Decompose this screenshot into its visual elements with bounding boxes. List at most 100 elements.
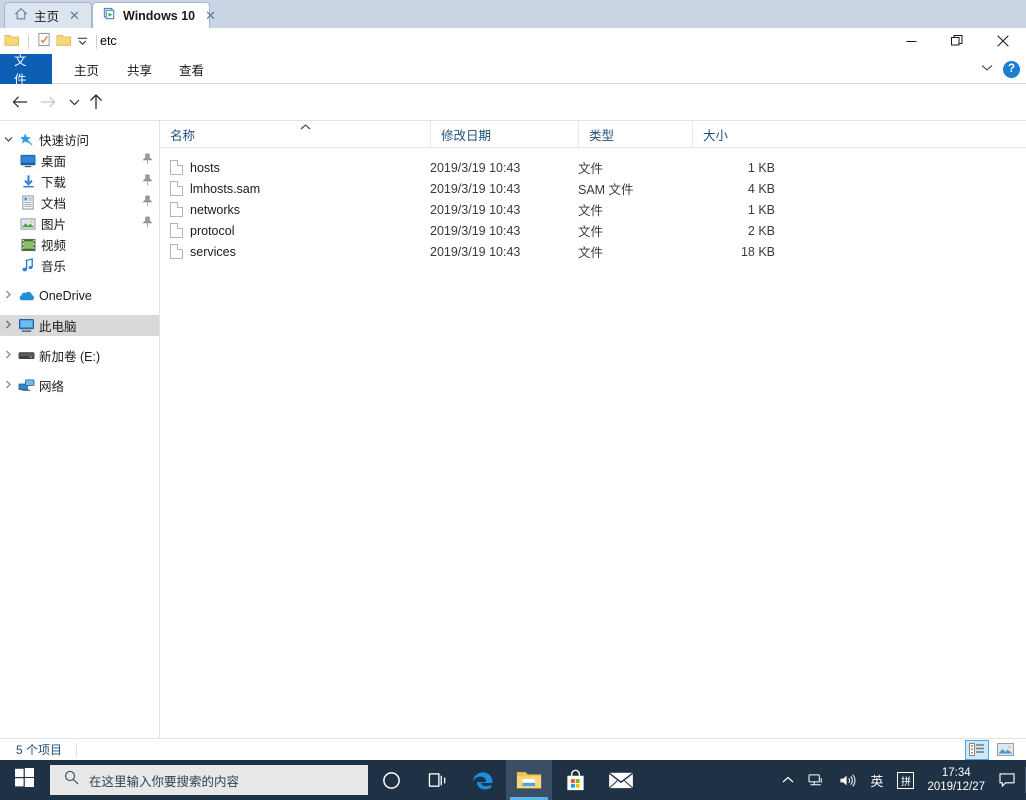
recent-locations-button[interactable] <box>62 90 86 114</box>
file-explorer-window: 主页 ✕ Windows 10 ✕ <box>0 0 1026 800</box>
pin-icon[interactable] <box>142 174 153 189</box>
cortana-icon[interactable] <box>368 760 414 800</box>
close-button[interactable] <box>980 28 1026 54</box>
column-header-name[interactable]: 名称 <box>160 121 430 148</box>
sidebar-item-downloads-label: 下载 <box>41 172 66 191</box>
edge-icon[interactable] <box>460 760 506 800</box>
clock[interactable]: 17:34 2019/12/27 <box>921 760 995 800</box>
ime-language-indicator[interactable]: 英 <box>863 760 890 800</box>
this-pc-icon <box>16 318 36 333</box>
network-icon <box>16 378 36 393</box>
ribbon-tab-share[interactable]: 共享 <box>113 54 166 84</box>
ribbon-tab-bar: 文件 主页 共享 查看 ? <box>0 54 1026 84</box>
expander-icon[interactable] <box>0 290 16 301</box>
column-header-date-modified[interactable]: 修改日期 <box>430 121 578 148</box>
file-name-cell: networks <box>170 202 240 217</box>
ribbon-tab-home[interactable]: 主页 <box>60 54 113 84</box>
minimize-button[interactable] <box>888 28 934 54</box>
table-row[interactable]: services 2019/3/19 10:43 文件 18 KB <box>160 241 1026 262</box>
sidebar-item-documents-label: 文档 <box>41 193 66 212</box>
file-size-cell: 18 KB <box>615 245 775 259</box>
tab-home[interactable]: 主页 ✕ <box>4 2 92 28</box>
column-header-type[interactable]: 类型 <box>578 121 692 148</box>
file-date-cell: 2019/3/19 10:43 <box>430 224 520 238</box>
download-icon <box>18 174 38 189</box>
sidebar-item-new-volume-e[interactable]: 新加卷 (E:) <box>0 345 159 366</box>
folder-icon[interactable] <box>4 33 20 52</box>
details-view-button[interactable] <box>966 741 988 759</box>
tab-home-close-icon[interactable]: ✕ <box>69 9 80 22</box>
file-explorer-icon[interactable] <box>506 760 552 800</box>
sidebar-item-network[interactable]: 网络 <box>0 375 159 396</box>
sidebar-item-quick-access[interactable]: 快速访问 <box>0 129 159 150</box>
star-pin-icon <box>16 132 36 147</box>
sidebar-item-this-pc[interactable]: 此电脑 <box>0 315 159 336</box>
pin-icon[interactable] <box>142 195 153 210</box>
expander-icon[interactable] <box>0 380 16 391</box>
ribbon-tab-file[interactable]: 文件 <box>0 54 52 84</box>
clock-date: 2019/12/27 <box>927 780 985 794</box>
expander-icon[interactable] <box>0 320 16 331</box>
help-icon[interactable]: ? <box>1003 61 1020 78</box>
expander-icon[interactable] <box>0 350 16 361</box>
up-button[interactable] <box>84 90 108 114</box>
sidebar-item-this-pc-label: 此电脑 <box>39 316 77 335</box>
table-row[interactable]: hosts 2019/3/19 10:43 文件 1 KB <box>160 157 1026 178</box>
file-type-cell: 文件 <box>578 221 603 240</box>
sidebar-item-videos[interactable]: 视频 <box>0 234 159 255</box>
column-header-size[interactable]: 大小 <box>692 121 775 148</box>
sidebar-item-desktop[interactable]: 桌面 <box>0 150 159 171</box>
column-header-type-label: 类型 <box>589 125 614 144</box>
file-size-cell: 2 KB <box>615 224 775 238</box>
sidebar-item-music[interactable]: 音乐 <box>0 255 159 276</box>
file-date-cell: 2019/3/19 10:43 <box>430 203 520 217</box>
qat-separator-1 <box>28 35 29 49</box>
tab-windows10-close-icon[interactable]: ✕ <box>205 9 216 22</box>
sidebar-item-onedrive[interactable]: OneDrive <box>0 285 159 306</box>
microsoft-store-icon[interactable] <box>552 760 598 800</box>
network-tray-icon[interactable] <box>801 760 832 800</box>
file-name-label: protocol <box>190 224 234 238</box>
sidebar-gap <box>0 366 159 375</box>
sidebar-item-downloads[interactable]: 下载 <box>0 171 159 192</box>
properties-icon[interactable] <box>37 32 51 52</box>
file-type-cell: 文件 <box>578 158 603 177</box>
file-size-cell: 1 KB <box>615 161 775 175</box>
desktop-icon <box>18 154 38 168</box>
tray-overflow-button[interactable] <box>775 760 801 800</box>
table-row[interactable]: protocol 2019/3/19 10:43 文件 2 KB <box>160 220 1026 241</box>
taskbar-search-box[interactable]: 在这里输入你要搜索的内容 <box>50 765 368 795</box>
file-size-cell: 4 KB <box>615 182 775 196</box>
status-bar: 5 个项目 <box>0 738 1026 760</box>
forward-button[interactable] <box>36 90 60 114</box>
sidebar-item-pictures[interactable]: 图片 <box>0 213 159 234</box>
sidebar-item-new-volume-e-label: 新加卷 (E:) <box>39 346 100 365</box>
task-view-icon[interactable] <box>414 760 460 800</box>
sidebar-item-documents[interactable]: 文档 <box>0 192 159 213</box>
expander-icon[interactable] <box>0 135 16 145</box>
ime-mode-indicator[interactable]: 拼 <box>890 760 921 800</box>
ribbon-tab-view[interactable]: 查看 <box>165 54 218 84</box>
sidebar-item-onedrive-label: OneDrive <box>39 289 92 303</box>
file-date-cell: 2019/3/19 10:43 <box>430 245 520 259</box>
column-header-row: 名称 修改日期 类型 大小 <box>160 121 1026 148</box>
large-icons-view-button[interactable] <box>994 741 1016 759</box>
table-row[interactable]: lmhosts.sam 2019/3/19 10:43 SAM 文件 4 KB <box>160 178 1026 199</box>
tab-windows10[interactable]: Windows 10 ✕ <box>92 2 210 28</box>
new-folder-icon[interactable] <box>56 33 72 52</box>
file-icon <box>170 202 183 217</box>
chevron-down-icon[interactable] <box>981 63 993 75</box>
mail-icon[interactable] <box>598 760 644 800</box>
restore-button[interactable] <box>934 28 980 54</box>
back-button[interactable] <box>8 90 32 114</box>
start-button[interactable] <box>0 760 48 800</box>
action-center-icon[interactable] <box>995 773 1025 787</box>
sidebar-item-quick-access-label: 快速访问 <box>39 130 89 149</box>
pin-icon[interactable] <box>142 216 153 231</box>
system-tray: 英 拼 17:34 2019/12/27 <box>775 760 1026 800</box>
table-row[interactable]: networks 2019/3/19 10:43 文件 1 KB <box>160 199 1026 220</box>
pin-icon[interactable] <box>142 153 153 168</box>
volume-icon[interactable] <box>832 760 863 800</box>
customize-dropdown-icon[interactable] <box>77 33 88 51</box>
cloud-icon <box>16 290 36 302</box>
